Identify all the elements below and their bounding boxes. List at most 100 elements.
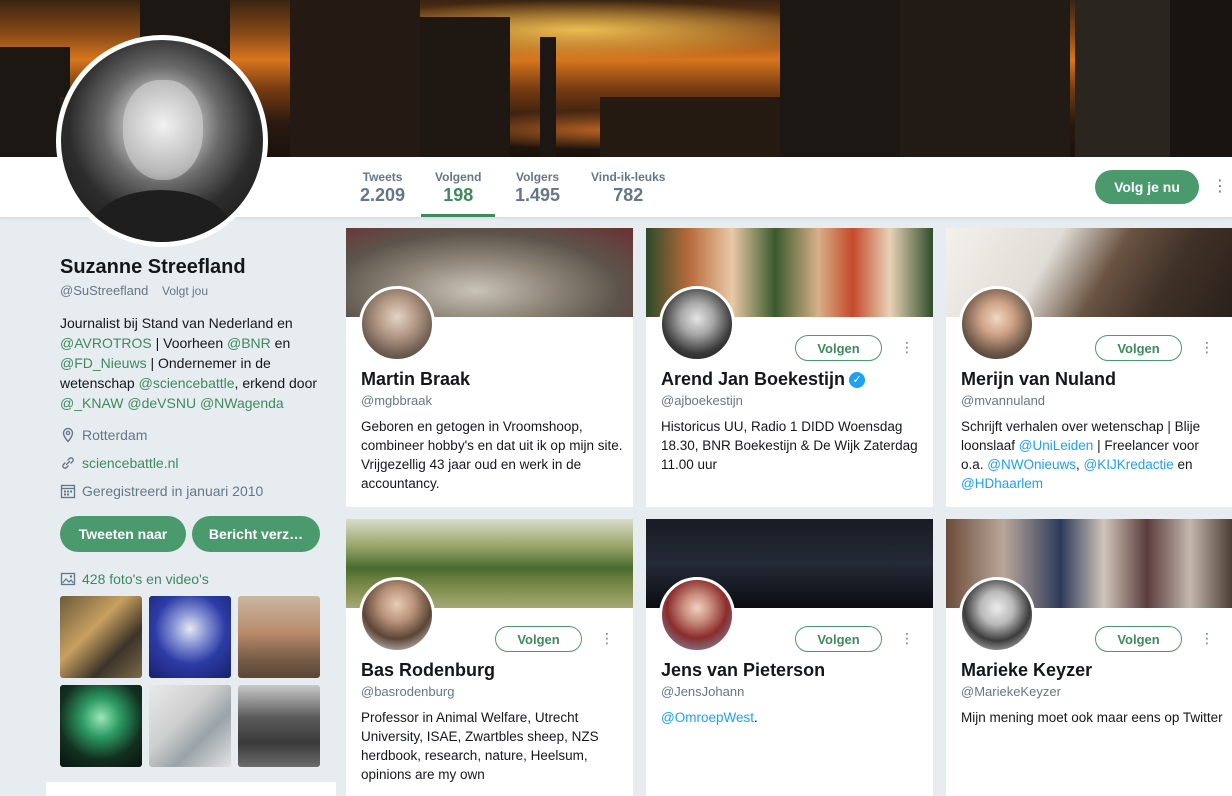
stat-label: Tweets	[362, 170, 403, 184]
more-vertical-icon[interactable]: ⋮	[1212, 177, 1228, 197]
profile-handle[interactable]: @SuStreefland	[60, 283, 148, 298]
user-card[interactable]: Volgen ⋮ Jens van Pieterson @JensJohann …	[646, 519, 933, 796]
card-bio: Mijn mening moet ook maar eens op Twitte…	[961, 710, 1223, 725]
profile-name[interactable]: Suzanne Streefland	[60, 256, 246, 279]
bio-text: ,	[1076, 457, 1084, 472]
follow-button[interactable]: Volgen	[495, 626, 582, 652]
follow-button[interactable]: Volgen	[1095, 626, 1182, 652]
media-thumbnail[interactable]	[60, 685, 142, 767]
more-vertical-icon[interactable]: ⋮	[600, 628, 614, 648]
mention-link[interactable]: @KIJKredactie	[1084, 457, 1174, 472]
mention-link[interactable]: @sciencebattle	[139, 375, 235, 391]
card-name[interactable]: Martin Braak	[361, 369, 470, 390]
follows-you-badge: Volgt jou	[161, 284, 209, 298]
more-vertical-icon[interactable]: ⋮	[1200, 337, 1214, 357]
media-thumbnail[interactable]	[149, 596, 231, 678]
card-avatar[interactable]	[959, 286, 1035, 362]
card-handle[interactable]: @JensJohann	[661, 684, 744, 699]
profile-handle-row: @SuStreefland Volgt jou	[60, 283, 208, 298]
mention-link[interactable]: @OmroepWest	[661, 710, 754, 725]
left-panel-card	[46, 782, 336, 796]
location-pin-icon	[60, 427, 76, 443]
media-thumbnail[interactable]	[60, 596, 142, 678]
profile-avatar[interactable]	[56, 35, 268, 247]
profile-joined: Geregistreerd in januari 2010	[60, 483, 263, 499]
card-avatar[interactable]	[659, 577, 735, 653]
user-card[interactable]: Volgen ⋮ Marieke Keyzer @MariekeKeyzer M…	[946, 519, 1232, 796]
card-name[interactable]: Merijn van Nuland	[961, 369, 1116, 390]
verified-badge-icon: ✓	[849, 372, 866, 389]
card-bio: Schrijft verhalen over wetenschap | Blij…	[961, 417, 1223, 493]
bio-text: | Voorheen	[151, 335, 227, 351]
card-bio: Historicus UU, Radio 1 DIDD Woensdag 18.…	[661, 419, 918, 472]
image-icon	[60, 571, 76, 587]
card-handle[interactable]: @MariekeKeyzer	[961, 684, 1061, 699]
tweet-to-button[interactable]: Tweeten naar	[60, 516, 186, 552]
card-handle[interactable]: @mgbbraak	[361, 393, 432, 408]
mention-link[interactable]: @FD_Nieuws	[60, 355, 147, 371]
user-card[interactable]: Volgen ⋮ Merijn van Nuland @mvannuland S…	[946, 228, 1232, 507]
card-avatar[interactable]	[359, 286, 435, 362]
stat-likes[interactable]: Vind-ik-leuks 782	[591, 170, 665, 206]
follow-button[interactable]: Volgen	[1095, 335, 1182, 361]
stat-label: Volgers	[515, 170, 560, 184]
media-count[interactable]: 428 foto's en video's	[82, 571, 209, 587]
user-card[interactable]: Martin Braak @mgbbraak Geboren en getoge…	[346, 228, 633, 507]
media-thumbnail[interactable]	[238, 596, 320, 678]
card-bio: @OmroepWest.	[661, 708, 923, 727]
more-vertical-icon[interactable]: ⋮	[900, 337, 914, 357]
follow-button[interactable]: Volgen	[795, 335, 882, 361]
follow-button[interactable]: Volgen	[795, 626, 882, 652]
card-handle[interactable]: @mvannuland	[961, 393, 1045, 408]
location-text: Rotterdam	[82, 427, 148, 443]
card-name[interactable]: Arend Jan Boekestijn ✓	[661, 369, 866, 390]
media-thumbnail[interactable]	[238, 685, 320, 767]
profile-location: Rotterdam	[60, 427, 147, 443]
bio-text: , erkend door	[234, 375, 318, 391]
stat-tweets[interactable]: Tweets 2.209	[360, 170, 405, 206]
bio-text: en	[270, 335, 291, 351]
card-handle[interactable]: @basrodenburg	[361, 684, 454, 699]
profile-bio: Journalist bij Stand van Nederland en @A…	[60, 313, 330, 413]
mention-link[interactable]: @HDhaarlem	[961, 476, 1043, 491]
card-name[interactable]: Marieke Keyzer	[961, 660, 1092, 681]
card-avatar[interactable]	[659, 286, 735, 362]
mention-link[interactable]: @UniLeiden	[1019, 438, 1094, 453]
message-button[interactable]: Bericht verz…	[192, 516, 320, 552]
mention-link[interactable]: @_KNAW	[60, 395, 123, 411]
more-vertical-icon[interactable]: ⋮	[900, 628, 914, 648]
stat-label: Volgend	[435, 170, 482, 184]
card-avatar[interactable]	[959, 577, 1035, 653]
mention-link[interactable]: @NWagenda	[200, 395, 284, 411]
card-avatar[interactable]	[359, 577, 435, 653]
mention-link[interactable]: @deVSNU	[127, 395, 196, 411]
bio-text: .	[753, 710, 758, 725]
stat-value: 1.495	[515, 185, 561, 205]
card-handle[interactable]: @ajboekestijn	[661, 393, 743, 408]
mention-link[interactable]: @NWOnieuws	[987, 457, 1076, 472]
media-thumbnail[interactable]	[149, 685, 231, 767]
calendar-icon	[60, 483, 76, 499]
mention-link[interactable]: @AVROTROS	[60, 335, 152, 351]
stat-value: 2.209	[360, 185, 406, 205]
card-name[interactable]: Jens van Pieterson	[661, 660, 825, 681]
card-bio: Professor in Animal Welfare, Utrecht Uni…	[361, 710, 599, 782]
stat-following[interactable]: Volgend 198	[420, 170, 497, 217]
more-vertical-icon[interactable]: ⋮	[1200, 628, 1214, 648]
card-name[interactable]: Bas Rodenburg	[361, 660, 495, 681]
card-bio: Geboren en getogen in Vroomshoop, combin…	[361, 419, 623, 491]
user-card[interactable]: Volgen ⋮ Bas Rodenburg @basrodenburg Pro…	[346, 519, 633, 796]
bio-text: Journalist bij Stand van Nederland en	[60, 315, 293, 331]
profile-website: sciencebattle.nl	[60, 455, 179, 471]
stat-label: Vind-ik-leuks	[591, 170, 666, 184]
card-name-text[interactable]: Arend Jan Boekestijn	[661, 369, 845, 389]
follow-button[interactable]: Volg je nu	[1095, 170, 1199, 204]
user-card[interactable]: Volgen ⋮ Arend Jan Boekestijn ✓ @ajboekes…	[646, 228, 933, 507]
stat-value: 198	[443, 185, 474, 205]
bio-text: en	[1173, 457, 1193, 472]
website-link[interactable]: sciencebattle.nl	[82, 455, 179, 471]
media-link[interactable]: 428 foto's en video's	[60, 571, 209, 587]
mention-link[interactable]: @BNR	[227, 335, 271, 351]
stat-followers[interactable]: Volgers 1.495	[515, 170, 560, 206]
stat-value: 782	[613, 185, 644, 205]
